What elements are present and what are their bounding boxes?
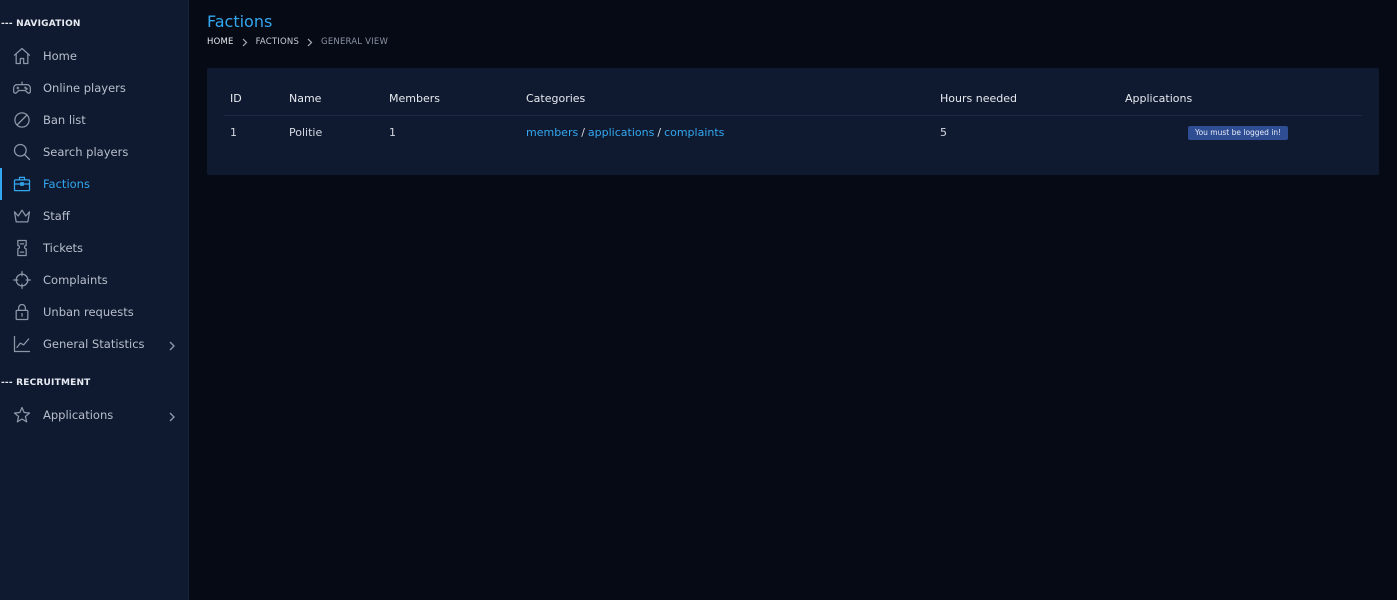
sidebar-item-online-players[interactable]: Online players bbox=[0, 72, 188, 104]
lock-icon bbox=[11, 301, 33, 323]
breadcrumb-factions[interactable]: FACTIONS bbox=[256, 37, 299, 47]
breadcrumb: HOME FACTIONS GENERAL VIEW bbox=[207, 37, 388, 47]
breadcrumb-general-view: GENERAL VIEW bbox=[321, 37, 389, 47]
sidebar-item-label: Staff bbox=[43, 209, 70, 223]
sidebar-item-home[interactable]: Home bbox=[0, 40, 188, 72]
breadcrumb-home[interactable]: HOME bbox=[207, 37, 234, 47]
factions-table: ID Name Members Categories Hours needed … bbox=[224, 82, 1362, 149]
sidebar-item-tickets[interactable]: Tickets bbox=[0, 232, 188, 264]
chart-line-icon bbox=[11, 333, 33, 355]
category-link-applications[interactable]: applications bbox=[588, 126, 654, 139]
sidebar-item-search-players[interactable]: Search players bbox=[0, 136, 188, 168]
cell-categories: members / applications / complaints bbox=[520, 115, 934, 149]
cell-applications: You must be logged in! bbox=[1119, 115, 1362, 149]
sidebar-item-label: Applications bbox=[43, 408, 114, 422]
category-link-members[interactable]: members bbox=[526, 126, 578, 139]
navigation-section-title: --- NAVIGATION bbox=[1, 19, 81, 29]
recruitment-section-title: --- RECRUITMENT bbox=[1, 378, 91, 388]
column-header-name: Name bbox=[283, 82, 383, 116]
star-icon bbox=[11, 404, 33, 426]
sidebar-item-label: Complaints bbox=[43, 273, 108, 287]
sidebar-item-general-statistics[interactable]: General Statistics bbox=[0, 328, 188, 360]
sidebar-item-complaints[interactable]: Complaints bbox=[0, 264, 188, 296]
sidebar-item-label: Unban requests bbox=[43, 305, 134, 319]
column-header-members: Members bbox=[383, 82, 520, 116]
cell-hours-needed: 5 bbox=[940, 125, 947, 139]
sidebar-item-label: Search players bbox=[43, 145, 129, 159]
sidebar-item-label: Home bbox=[43, 49, 77, 63]
ban-icon bbox=[11, 109, 33, 131]
main-content: Factions HOME FACTIONS GENERAL VIEW ID N… bbox=[207, 0, 1397, 600]
sidebar-item-staff[interactable]: Staff bbox=[0, 200, 188, 232]
category-link-complaints[interactable]: complaints bbox=[664, 126, 724, 139]
page-title: Factions bbox=[207, 12, 273, 31]
chevron-right-icon bbox=[168, 337, 176, 351]
sidebar: --- NAVIGATION Home Online players Ban l… bbox=[0, 0, 189, 600]
sidebar-item-label: Tickets bbox=[43, 241, 84, 255]
cell-name: Politie bbox=[289, 125, 323, 139]
ticket-icon bbox=[11, 237, 33, 259]
cell-id: 1 bbox=[230, 125, 237, 139]
category-separator: / bbox=[581, 125, 585, 139]
home-icon bbox=[11, 45, 33, 67]
column-header-categories: Categories bbox=[520, 82, 934, 116]
sidebar-item-applications[interactable]: Applications bbox=[0, 399, 188, 431]
sidebar-item-label: Ban list bbox=[43, 113, 86, 127]
factions-card: ID Name Members Categories Hours needed … bbox=[207, 68, 1379, 175]
column-header-hours-needed: Hours needed bbox=[934, 82, 1119, 116]
column-header-id: ID bbox=[224, 82, 283, 116]
crown-icon bbox=[11, 205, 33, 227]
crosshair-icon bbox=[11, 269, 33, 291]
sidebar-item-factions[interactable]: Factions bbox=[0, 168, 188, 200]
briefcase-icon bbox=[11, 173, 33, 195]
sidebar-item-label: General Statistics bbox=[43, 337, 145, 351]
category-separator: / bbox=[657, 125, 662, 139]
sidebar-item-ban-list[interactable]: Ban list bbox=[0, 104, 188, 136]
gamepad-icon bbox=[11, 77, 33, 99]
chevron-right-icon bbox=[238, 37, 252, 47]
column-header-applications: Applications bbox=[1119, 82, 1362, 116]
sidebar-item-label: Factions bbox=[43, 177, 90, 191]
table-row: 1 Politie 1 members / applications / complai… bbox=[224, 115, 1362, 149]
cell-members: 1 bbox=[389, 125, 396, 139]
search-icon bbox=[11, 141, 33, 163]
login-required-badge: You must be logged in! bbox=[1188, 125, 1289, 140]
sidebar-item-label: Online players bbox=[43, 81, 126, 95]
table-header-row: ID Name Members Categories Hours needed … bbox=[224, 82, 1362, 116]
chevron-right-icon bbox=[303, 37, 317, 47]
chevron-right-icon bbox=[168, 408, 176, 422]
sidebar-item-unban-requests[interactable]: Unban requests bbox=[0, 296, 188, 328]
